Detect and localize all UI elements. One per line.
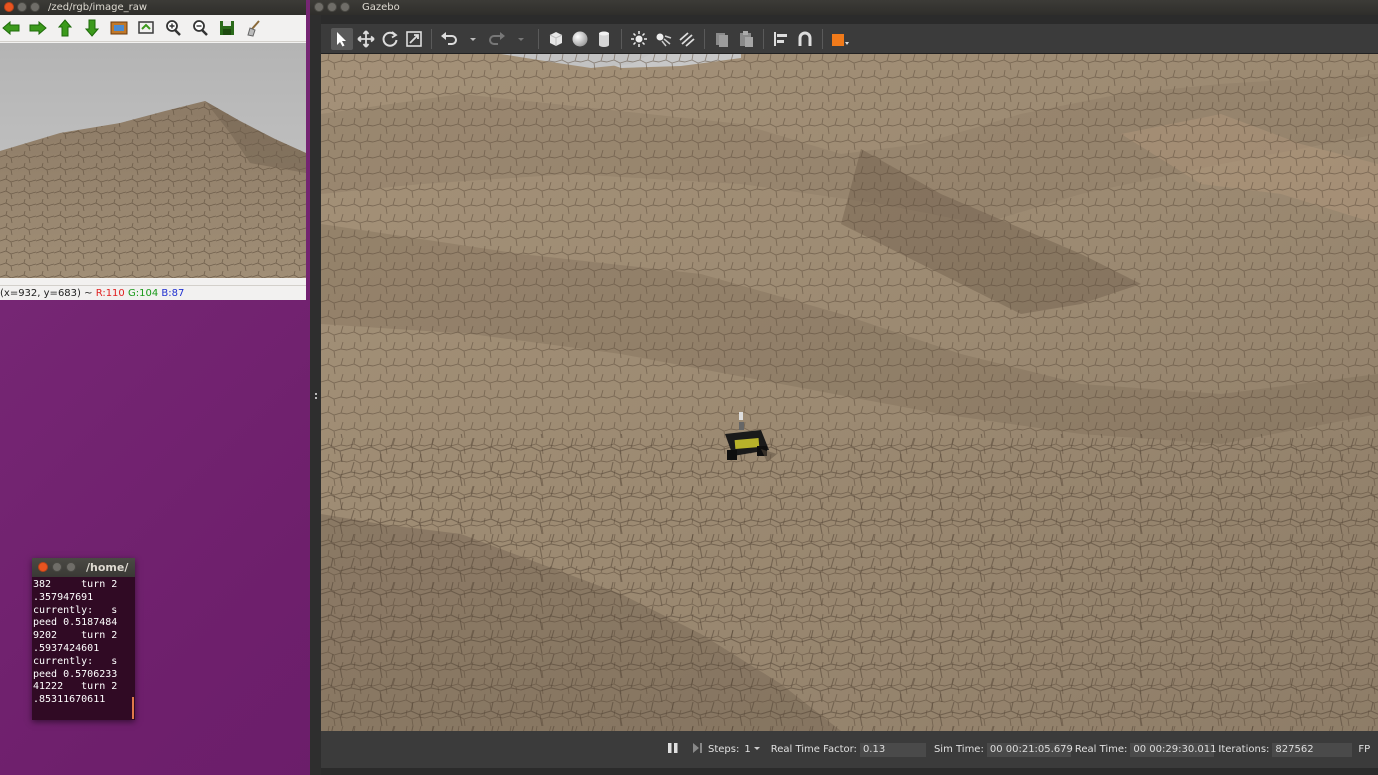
undo-icon[interactable] (438, 28, 460, 50)
rtf-value: 0.13 (859, 742, 926, 757)
image-view-titlebar[interactable]: /zed/rgb/image_raw (0, 0, 306, 15)
sim-time-label: Sim Time: (933, 744, 984, 755)
sim-time-value: 00 00:21:05.679 (986, 742, 1073, 757)
minimize-icon[interactable] (327, 2, 337, 12)
window-title: Gazebo (362, 2, 400, 13)
real-time-value: 00 00:29:30.011 (1130, 742, 1217, 757)
fps-label: FP (1358, 744, 1371, 755)
pixel-green: G:104 (127, 288, 159, 299)
steps-label: Steps: (708, 744, 740, 755)
pixel-status-bar: (x=932, y=683) ~ R:110 G:104 B:87 (0, 285, 306, 300)
scene-viewport[interactable] (321, 54, 1378, 731)
maximize-icon[interactable] (30, 2, 40, 12)
select-icon[interactable] (331, 27, 353, 50)
terminal-cursor (132, 697, 134, 719)
chevron-down-icon[interactable] (753, 744, 761, 755)
image-view-window: /zed/rgb/image_raw (x=932, y=683) ~ R:11… (0, 0, 306, 300)
zoom-in-icon[interactable] (162, 18, 183, 39)
terminal-titlebar[interactable]: /home/ (32, 558, 135, 577)
camera-image[interactable] (0, 43, 306, 278)
rotate-icon[interactable] (379, 28, 401, 50)
point-light-icon[interactable] (628, 28, 650, 50)
maximize-icon[interactable] (340, 2, 350, 12)
close-icon[interactable] (4, 2, 14, 12)
terminal-window[interactable]: /home/ 382 turn 2 .357947691 currently: … (32, 558, 135, 720)
pixel-coords: (x=932, y=683) ~ (0, 288, 93, 299)
step-icon[interactable] (691, 742, 703, 757)
iterations-label: Iterations: (1218, 744, 1270, 755)
align-icon[interactable] (770, 28, 792, 50)
terminal-title: /home/ (86, 561, 129, 574)
arrow-right-icon[interactable] (27, 18, 48, 39)
window-title: /zed/rgb/image_raw (48, 2, 148, 13)
steps-value[interactable]: 1 (744, 744, 750, 755)
terminal-output: 382 turn 2 .357947691 currently: s peed … (33, 579, 118, 706)
close-icon[interactable] (314, 2, 324, 12)
save-icon[interactable] (216, 18, 237, 39)
arrow-down-icon[interactable] (81, 18, 102, 39)
close-icon[interactable] (38, 562, 48, 572)
undo-dropdown-icon[interactable] (462, 28, 484, 50)
clear-icon[interactable] (243, 18, 264, 39)
minimize-icon[interactable] (52, 562, 62, 572)
pause-icon[interactable] (667, 742, 679, 757)
image-icon[interactable] (108, 18, 129, 39)
panel-splitter[interactable] (310, 15, 321, 775)
translate-icon[interactable] (355, 28, 377, 50)
snap-icon[interactable] (794, 28, 816, 50)
pixel-blue: B:87 (161, 288, 185, 299)
gazebo-titlebar[interactable]: Gazebo (310, 0, 1378, 15)
arrow-up-icon[interactable] (54, 18, 75, 39)
box-icon[interactable] (545, 28, 567, 50)
redo-dropdown-icon[interactable] (510, 28, 532, 50)
image-view-toolbar (0, 15, 306, 42)
simulation-status-bar: Steps: 1 Real Time Factor: 0.13 Sim Time… (321, 731, 1378, 768)
minimize-icon[interactable] (17, 2, 27, 12)
zoom-fit-icon[interactable] (135, 18, 156, 39)
paste-icon[interactable] (735, 28, 757, 50)
zoom-out-icon[interactable] (189, 18, 210, 39)
sphere-icon[interactable] (569, 28, 591, 50)
directional-light-icon[interactable] (676, 28, 698, 50)
spot-light-icon[interactable] (652, 28, 674, 50)
rtf-label: Real Time Factor: (770, 744, 857, 755)
cylinder-icon[interactable] (593, 28, 615, 50)
copy-icon[interactable] (711, 28, 733, 50)
scale-icon[interactable] (403, 28, 425, 50)
pixel-red: R:110 (95, 288, 125, 299)
redo-icon[interactable] (486, 28, 508, 50)
arrow-left-icon[interactable] (0, 18, 21, 39)
iterations-value: 827562 (1272, 742, 1353, 757)
gazebo-toolbar (321, 24, 1378, 54)
maximize-icon[interactable] (66, 562, 76, 572)
real-time-label: Real Time: (1074, 744, 1128, 755)
screenshot-icon[interactable] (829, 28, 851, 50)
